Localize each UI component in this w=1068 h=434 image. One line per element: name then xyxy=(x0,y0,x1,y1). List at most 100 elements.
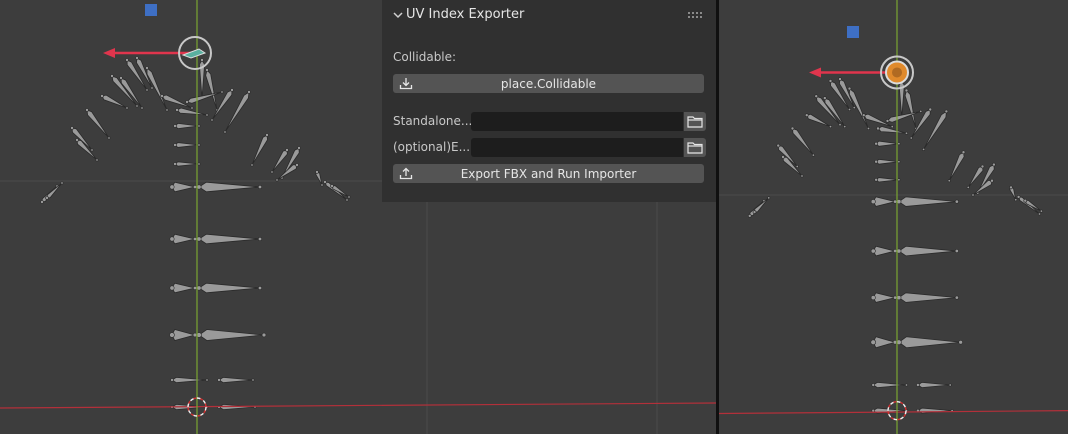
bone-joint xyxy=(140,106,144,110)
grip-icon[interactable] xyxy=(688,12,702,18)
bone-joint xyxy=(330,184,334,188)
bone-joint xyxy=(897,160,901,164)
place-collidable-button[interactable]: place.Collidable xyxy=(393,74,704,93)
bone xyxy=(218,376,254,384)
bone-joint xyxy=(795,165,799,169)
bone-joint xyxy=(135,56,139,60)
bone-joint xyxy=(1014,198,1018,202)
bone xyxy=(171,376,208,384)
bone-joint xyxy=(107,136,111,140)
bone xyxy=(898,245,957,257)
bone-joint xyxy=(811,153,815,157)
bone-joint xyxy=(261,332,267,338)
bone-joint xyxy=(145,66,149,70)
bone-joint xyxy=(980,164,985,169)
bone-joint xyxy=(790,126,795,131)
bone-joint xyxy=(966,185,970,189)
bone xyxy=(917,381,951,389)
bone-joint xyxy=(193,286,197,290)
bone-joint xyxy=(870,295,876,301)
bone-joint xyxy=(848,108,852,112)
bone-joint xyxy=(193,185,197,189)
standalone-browse-button[interactable] xyxy=(684,112,706,131)
bone-joint xyxy=(922,147,926,151)
bone-joint xyxy=(954,199,959,204)
bone-joint xyxy=(944,109,949,114)
bone-joint xyxy=(874,159,878,164)
bone xyxy=(174,142,200,148)
bone-joint xyxy=(992,162,996,167)
bone xyxy=(875,158,899,165)
upload-icon xyxy=(399,167,413,180)
bone xyxy=(898,292,957,303)
export-fbx-label: Export FBX and Run Importer xyxy=(460,166,637,181)
bone xyxy=(806,113,831,127)
bone xyxy=(875,140,899,147)
bone-joint xyxy=(905,383,909,387)
bone-joint xyxy=(169,184,175,190)
bone-joint xyxy=(295,163,299,167)
bone-joint xyxy=(828,79,833,83)
bone xyxy=(886,111,921,123)
bone-joint xyxy=(100,94,104,98)
bone-joint xyxy=(197,143,201,147)
bone xyxy=(754,197,770,213)
bone xyxy=(872,196,896,207)
bone-joint xyxy=(315,170,319,174)
bone-joint xyxy=(205,68,209,72)
bone-joint xyxy=(874,178,878,182)
bone-joint xyxy=(285,148,289,152)
bone xyxy=(174,161,200,167)
bone-joint xyxy=(160,94,164,98)
bone-joint xyxy=(893,249,898,254)
bone-joint xyxy=(897,178,901,182)
bone xyxy=(198,329,265,341)
bone xyxy=(198,233,261,245)
panel-header[interactable]: UV Index Exporter xyxy=(382,0,716,30)
chevron-down-icon[interactable] xyxy=(391,8,405,22)
bone-joint xyxy=(170,378,174,382)
bone-joint xyxy=(125,58,129,62)
bone-joint xyxy=(800,174,804,178)
bone-joint xyxy=(814,94,819,98)
bone-joint xyxy=(197,124,201,128)
bone-joint xyxy=(990,178,994,183)
bone-joint xyxy=(1039,209,1043,213)
bone-joint xyxy=(897,142,901,146)
viewport-right-canvas[interactable] xyxy=(719,0,1068,434)
folder-icon xyxy=(687,142,703,154)
bone-joint xyxy=(125,106,129,110)
bone-joint xyxy=(173,162,177,166)
bone xyxy=(849,87,869,129)
bone-joint xyxy=(197,162,201,166)
viewport-right[interactable] xyxy=(719,0,1068,434)
bone-joint xyxy=(119,76,123,80)
standalone-path-field[interactable] xyxy=(471,112,683,131)
bone-joint xyxy=(265,133,269,137)
export-fbx-button[interactable]: Export FBX and Run Importer xyxy=(393,164,704,183)
optional-browse-button[interactable] xyxy=(684,138,706,157)
bone xyxy=(171,233,196,245)
bone-joint xyxy=(217,378,221,382)
bone-joint xyxy=(804,113,809,117)
bone xyxy=(792,127,814,156)
bone xyxy=(917,407,953,414)
bone-joint xyxy=(90,148,94,152)
bone-joint xyxy=(961,150,966,155)
bone-joint xyxy=(876,126,880,131)
bone-joint xyxy=(954,295,959,300)
bone-joint xyxy=(169,285,175,291)
bone-joint xyxy=(247,90,251,94)
bone xyxy=(872,245,896,257)
bone xyxy=(872,336,897,349)
bone xyxy=(205,69,218,111)
optional-path-field[interactable] xyxy=(471,138,683,157)
bone-joint xyxy=(169,236,175,242)
bone-joint xyxy=(205,378,209,382)
bone xyxy=(186,91,223,104)
bone-joint xyxy=(251,378,255,382)
bone-joint xyxy=(220,90,224,94)
bone xyxy=(46,182,63,199)
bone-joint xyxy=(1037,212,1041,216)
bone xyxy=(898,196,957,207)
